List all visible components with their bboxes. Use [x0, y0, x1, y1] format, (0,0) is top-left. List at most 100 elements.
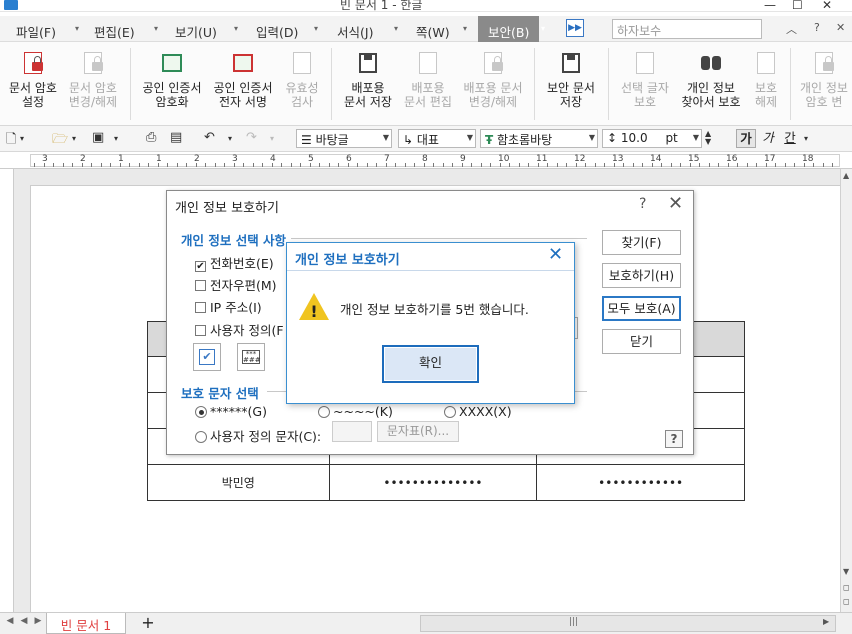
prev-tab-icon[interactable]: ◀: [18, 616, 30, 630]
close-window-icon[interactable]: ✕: [822, 0, 832, 12]
ruler-tick: [765, 163, 767, 167]
chevron-down-icon[interactable]: ▾: [154, 24, 158, 33]
ok-button[interactable]: 확인: [382, 345, 479, 383]
page-up-icon[interactable]: ◻: [843, 583, 850, 592]
chevron-down-icon[interactable]: ▾: [114, 134, 118, 143]
chevron-down-icon[interactable]: ▾: [20, 134, 24, 143]
check-list-icon[interactable]: ✔: [193, 343, 221, 371]
italic-button[interactable]: 가: [758, 129, 778, 148]
dist-doc-edit-button[interactable]: 배포용 문서 편집: [400, 50, 456, 109]
chevron-down-icon[interactable]: ▾: [234, 24, 238, 33]
table-cell-name[interactable]: 박민영: [147, 464, 330, 501]
radio-asterisk[interactable]: ******(G): [195, 404, 267, 419]
vertical-ruler[interactable]: [0, 169, 14, 612]
open-folder-icon[interactable]: 🗁: [52, 130, 68, 152]
protect-release-button[interactable]: 보호 해제: [748, 50, 784, 109]
custom-char-input[interactable]: [332, 421, 372, 442]
chevron-down-icon[interactable]: ▾: [314, 24, 318, 33]
phone-checkbox[interactable]: ✔ 전화번호(E): [195, 253, 274, 272]
edit-document-icon: [416, 50, 440, 76]
doc-password-change-button[interactable]: 문서 암호 변경/해제: [62, 50, 124, 109]
collapse-ribbon-icon[interactable]: ︿: [786, 21, 797, 37]
email-checkbox[interactable]: 전자우편(M): [195, 275, 277, 294]
chevron-down-icon[interactable]: ▾: [541, 24, 545, 33]
radio-custom-char[interactable]: 사용자 정의 문자(C):: [195, 426, 321, 445]
menu-view[interactable]: 보기(U): [175, 22, 217, 41]
menu-format[interactable]: 서식(J): [337, 22, 373, 41]
chevron-down-icon[interactable]: ▾: [804, 134, 808, 143]
next-tab-icon[interactable]: ▶: [32, 616, 44, 630]
scroll-down-icon[interactable]: ▼: [843, 567, 849, 576]
protect-all-button[interactable]: 모두 보호(A): [602, 296, 681, 321]
number-format-icon[interactable]: *** ###: [237, 343, 265, 371]
cert-sign-button[interactable]: 공인 인증서 전자 서명: [208, 50, 278, 109]
menu-edit[interactable]: 편집(E): [94, 22, 135, 41]
ip-checkbox[interactable]: IP 주소(I): [195, 297, 262, 316]
close-button[interactable]: 닫기: [602, 329, 681, 354]
find-button[interactable]: 찾기(F): [602, 230, 681, 255]
char-map-button[interactable]: 문자표(R)...: [377, 421, 459, 442]
chevron-down-icon[interactable]: ▾: [228, 134, 232, 143]
chevron-down-icon[interactable]: ▾: [463, 24, 467, 33]
horizontal-ruler[interactable]: 3 2 1 1 2 3 4 5 6 7 8 9 10 11 12 13 14 15 16 17 18: [0, 152, 852, 169]
help-button[interactable]: ?: [665, 430, 683, 448]
cert-encrypt-button[interactable]: 공인 인증서 암호화: [138, 50, 206, 109]
menu-file[interactable]: 파일(F): [16, 22, 56, 41]
font-select[interactable]: Ŧ 함초롬바탕 ▼: [480, 129, 598, 148]
close-icon[interactable]: ✕: [668, 193, 683, 214]
protect-button[interactable]: 보호하기(H): [602, 263, 681, 288]
table-cell-masked[interactable]: ••••••••••••: [536, 464, 745, 501]
custom-checkbox[interactable]: 사용자 정의(F: [195, 320, 284, 339]
scroll-up-icon[interactable]: ▲: [843, 171, 849, 180]
scroll-right-icon[interactable]: ▶: [823, 617, 829, 626]
personal-password-button[interactable]: 개인 정보 암호 변: [796, 50, 852, 109]
find-protect-personal-button[interactable]: 개인 정보 찾아서 보호: [676, 50, 746, 109]
scroll-thumb-grip-icon[interactable]: |||: [569, 617, 578, 627]
expand-ribbon-icon[interactable]: ▶▶: [566, 19, 584, 37]
quick-search-input[interactable]: 하자보수: [612, 19, 762, 39]
save-icon[interactable]: ▣: [92, 130, 104, 145]
radio-tilde[interactable]: ~~~~(K): [318, 404, 393, 419]
chevron-down-icon[interactable]: ▾: [75, 24, 79, 33]
first-tab-icon[interactable]: ◀: [4, 616, 16, 630]
chevron-down-icon[interactable]: ▾: [394, 24, 398, 33]
chevron-down-icon[interactable]: ▾: [72, 134, 76, 143]
add-tab-button[interactable]: +: [132, 613, 164, 634]
horizontal-scrollbar[interactable]: ||| ▶: [420, 615, 836, 632]
select-char-protect-button[interactable]: 선택 글자 보호: [614, 50, 676, 109]
ruler-tick: [53, 163, 54, 167]
doc-password-set-button[interactable]: 문서 암호 설정: [2, 50, 64, 109]
menu-page[interactable]: 쪽(W): [416, 22, 450, 41]
unprotect-icon: [754, 50, 778, 76]
new-document-icon[interactable]: 🗋: [6, 130, 16, 152]
print-icon[interactable]: ⎙: [146, 130, 156, 145]
size-stepper-icon[interactable]: ▲ ▼: [705, 130, 711, 146]
preview-icon[interactable]: ▤: [170, 130, 182, 145]
radio-x[interactable]: XXXX(X): [444, 404, 512, 419]
validity-check-button[interactable]: 유효성 검사: [280, 50, 324, 109]
close-doc-icon[interactable]: ✕: [836, 21, 845, 34]
language-select[interactable]: ↳ 대표 ▼: [398, 129, 476, 148]
secure-doc-save-button[interactable]: 보안 문서 저장: [540, 50, 602, 109]
close-icon[interactable]: ✕: [548, 244, 563, 265]
redo-icon[interactable]: ↷: [246, 130, 257, 145]
maximize-icon[interactable]: ☐: [792, 0, 803, 12]
help-icon[interactable]: ?: [814, 21, 820, 34]
table-cell-masked[interactable]: ••••••••••••••: [328, 464, 538, 501]
font-size-select[interactable]: ↕ 10.0 pt ▼: [602, 129, 702, 148]
chevron-down-icon[interactable]: ▾: [270, 134, 274, 143]
vertical-scrollbar[interactable]: ▲ ▼ ◻ ◻: [840, 169, 852, 612]
dist-doc-save-button[interactable]: 배포용 문서 저장: [338, 50, 398, 109]
page-down-icon[interactable]: ◻: [843, 597, 850, 606]
undo-icon[interactable]: ↶: [204, 130, 215, 145]
dist-doc-password-button[interactable]: 배포용 문서 변경/해제: [458, 50, 528, 109]
help-icon[interactable]: ?: [639, 196, 646, 212]
underline-button[interactable]: 간: [780, 129, 800, 148]
style-select[interactable]: ☰ 바탕글 ▼: [296, 129, 392, 148]
tab-document[interactable]: 빈 문서 1: [46, 613, 126, 634]
ruler-tick: [537, 163, 539, 167]
bold-button[interactable]: 가: [736, 129, 756, 148]
menu-security[interactable]: 보안(B): [478, 16, 540, 42]
menu-insert[interactable]: 입력(D): [256, 22, 298, 41]
minimize-icon[interactable]: —: [764, 0, 776, 12]
